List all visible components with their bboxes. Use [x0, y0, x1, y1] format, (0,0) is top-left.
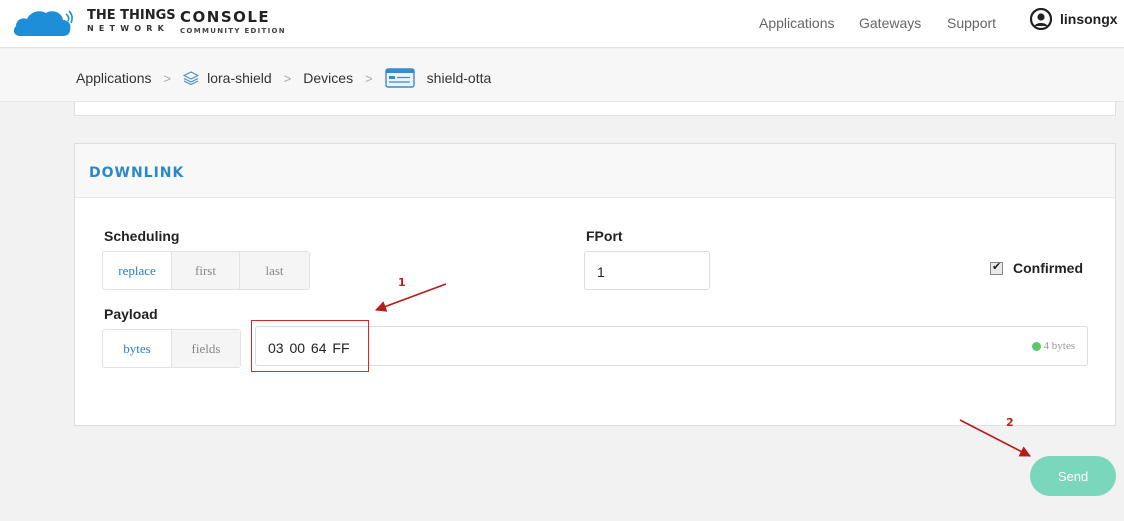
- user-menu[interactable]: linsongx: [1030, 8, 1118, 30]
- layers-icon: [183, 71, 200, 86]
- payload-size: 4 bytes: [1031, 340, 1075, 352]
- scheduling-option-last[interactable]: last: [240, 252, 309, 289]
- scheduling-selector: replace first last: [102, 251, 310, 290]
- console-wordmark: CONSOLE COMMUNITY EDITION: [180, 9, 286, 36]
- confirmed-option[interactable]: Confirmed: [990, 260, 1083, 276]
- check-circle-icon: [1031, 341, 1041, 351]
- brand-wordmark[interactable]: THE THINGS NETWORK: [87, 9, 176, 34]
- payload-label: Payload: [104, 306, 158, 322]
- username: linsongx: [1060, 11, 1118, 27]
- confirmed-checkbox[interactable]: [990, 260, 1003, 275]
- top-navigation-bar: THE THINGS NETWORK CONSOLE COMMUNITY EDI…: [0, 0, 1124, 48]
- device-card-icon: [384, 68, 415, 88]
- brand-title: THE THINGS: [87, 8, 176, 23]
- scheduling-option-replace[interactable]: replace: [103, 252, 172, 289]
- payload-mode-fields[interactable]: fields: [172, 330, 240, 367]
- console-edition: COMMUNITY EDITION: [180, 27, 286, 35]
- ttn-cloud-logo-icon[interactable]: [12, 6, 76, 40]
- downlink-header: DOWNLINK: [75, 144, 1115, 198]
- breadcrumb-separator: >: [163, 70, 172, 86]
- breadcrumb-applications[interactable]: Applications: [76, 70, 152, 86]
- previous-card-bottom: [74, 102, 1116, 116]
- nav-applications[interactable]: Applications: [759, 15, 835, 31]
- annotation-step-1: 1: [398, 276, 406, 289]
- breadcrumb-separator: >: [283, 70, 292, 86]
- annotation-step-2: 2: [1006, 416, 1014, 429]
- confirmed-label: Confirmed: [1013, 260, 1083, 276]
- brand-subtitle: NETWORK: [87, 24, 170, 33]
- downlink-title: DOWNLINK: [89, 165, 185, 181]
- send-button[interactable]: Send: [1030, 456, 1116, 496]
- breadcrumb-devices[interactable]: Devices: [303, 70, 353, 86]
- nav-support[interactable]: Support: [947, 15, 996, 31]
- fport-input[interactable]: 1: [584, 251, 710, 290]
- scheduling-option-first[interactable]: first: [172, 252, 240, 289]
- breadcrumb: Applications > lora-shield > Devices > s…: [76, 68, 491, 88]
- payload-size-text: 4 bytes: [1043, 340, 1075, 352]
- user-avatar-icon: [1030, 8, 1052, 30]
- breadcrumb-application-name[interactable]: lora-shield: [207, 70, 272, 86]
- payload-input[interactable]: 03 00 64 FF 4 bytes: [255, 326, 1088, 366]
- breadcrumb-bar: Applications > lora-shield > Devices > s…: [0, 49, 1124, 102]
- breadcrumb-device-name[interactable]: shield-otta: [427, 70, 492, 86]
- breadcrumb-separator: >: [365, 70, 373, 86]
- nav-gateways[interactable]: Gateways: [859, 15, 921, 31]
- payload-mode-bytes[interactable]: bytes: [103, 330, 172, 367]
- annotation-highlight-box: [251, 320, 369, 372]
- payload-mode-selector: bytes fields: [102, 329, 241, 368]
- console-title: CONSOLE: [180, 8, 271, 26]
- fport-label: FPort: [586, 228, 623, 244]
- scheduling-label: Scheduling: [104, 228, 180, 244]
